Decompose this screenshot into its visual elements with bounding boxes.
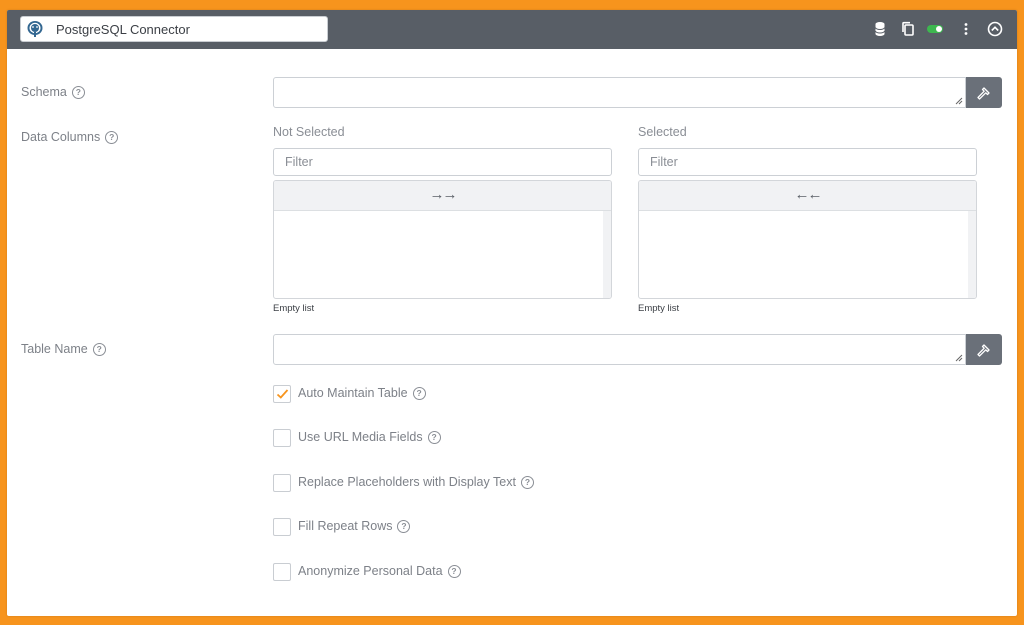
fill-repeat-rows-checkbox[interactable] (273, 518, 291, 536)
connector-card: PostgreSQL Connector Schema? Data Column… (7, 10, 1017, 616)
schema-builder-button[interactable] (966, 77, 1002, 108)
database-icon[interactable] (871, 20, 889, 38)
table-name-label: Table Name? (21, 342, 106, 356)
move-all-left-button[interactable]: ←← (639, 181, 976, 211)
not-selected-list[interactable]: →→ (273, 180, 612, 299)
option-help-icon[interactable]: ? (412, 387, 426, 400)
option-label: Fill Repeat Rows (298, 519, 393, 533)
move-all-right-button[interactable]: →→ (274, 181, 611, 211)
use-url-media-fields-checkbox[interactable] (273, 429, 291, 447)
collapse-up-icon[interactable] (986, 20, 1004, 38)
resize-grip-icon[interactable] (955, 354, 963, 362)
connector-title: PostgreSQL Connector (56, 22, 190, 37)
selected-title: Selected (638, 125, 687, 139)
table-name-input[interactable] (273, 334, 966, 365)
option-help-icon[interactable]: ? (427, 431, 441, 444)
data-columns-help-icon[interactable]: ? (105, 131, 119, 144)
anonymize-personal-data-checkbox[interactable] (273, 563, 291, 581)
copy-icon[interactable] (899, 20, 917, 38)
toggle-switch[interactable] (926, 20, 946, 38)
check-icon (276, 389, 289, 399)
not-selected-empty-text: Empty list (273, 303, 315, 314)
selected-list[interactable]: ←← (638, 180, 977, 299)
data-columns-label: Data Columns? (21, 130, 119, 144)
selected-empty-text: Empty list (638, 303, 680, 314)
hammer-icon (977, 87, 990, 100)
schema-help-icon[interactable]: ? (71, 86, 85, 99)
card-header: PostgreSQL Connector (7, 10, 1017, 49)
option-help-icon[interactable]: ? (520, 476, 534, 489)
schema-label: Schema? (21, 85, 85, 99)
selected-scrollbar[interactable] (968, 211, 976, 298)
table-name-builder-button[interactable] (966, 334, 1002, 365)
selected-filter-input[interactable]: Filter (638, 148, 977, 176)
schema-input[interactable] (273, 77, 966, 108)
auto-maintain-table-checkbox[interactable] (273, 385, 291, 403)
postgresql-logo-icon (27, 21, 43, 37)
hammer-icon (977, 344, 990, 357)
more-vertical-icon[interactable] (957, 20, 975, 38)
option-label: Auto Maintain Table (298, 386, 408, 400)
replace-placeholders-checkbox[interactable] (273, 474, 291, 492)
option-label: Anonymize Personal Data (298, 564, 443, 578)
resize-grip-icon[interactable] (955, 97, 963, 105)
option-help-icon[interactable]: ? (397, 520, 411, 533)
not-selected-filter-input[interactable]: Filter (273, 148, 612, 176)
table-name-help-icon[interactable]: ? (92, 343, 106, 356)
not-selected-title: Not Selected (273, 125, 345, 139)
option-help-icon[interactable]: ? (447, 565, 461, 578)
option-label: Use URL Media Fields (298, 430, 423, 444)
option-label: Replace Placeholders with Display Text (298, 475, 516, 489)
connector-title-box[interactable]: PostgreSQL Connector (20, 16, 328, 42)
not-selected-scrollbar[interactable] (603, 211, 611, 298)
